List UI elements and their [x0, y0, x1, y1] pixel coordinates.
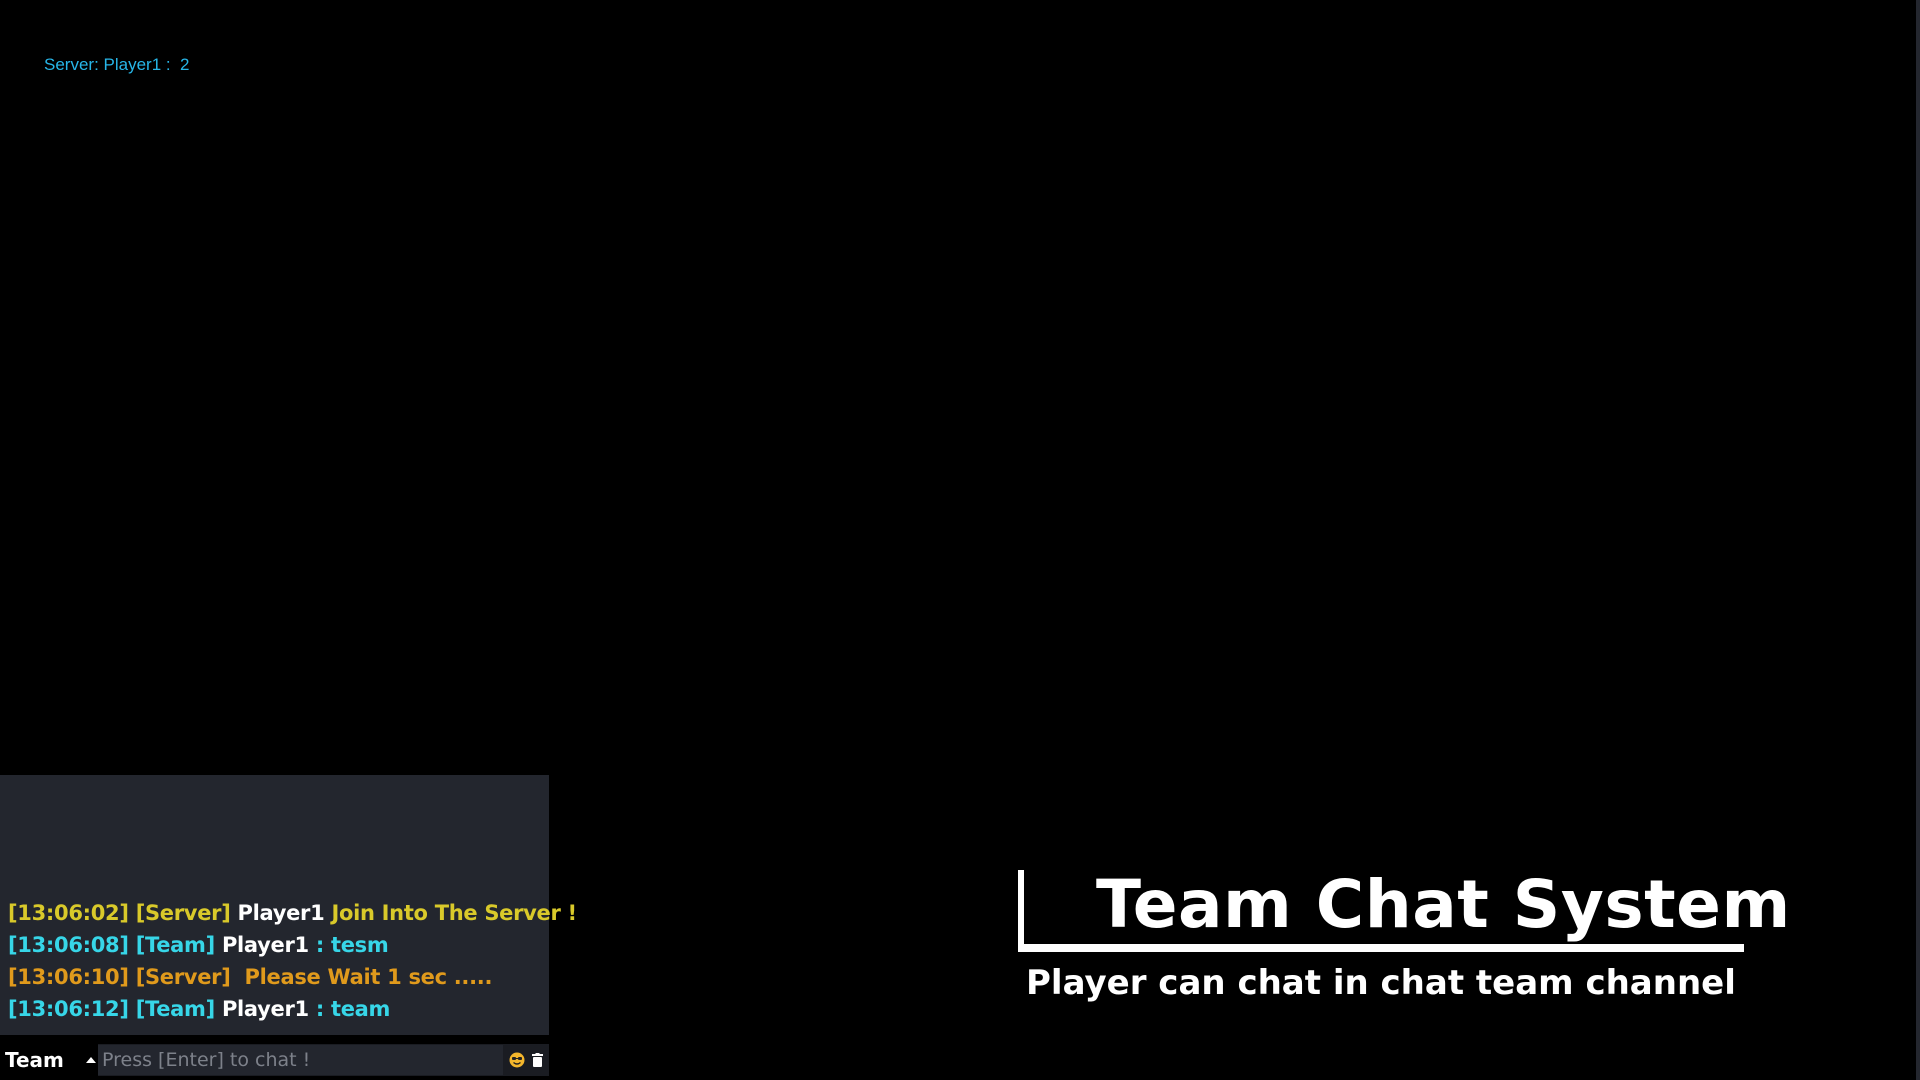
message-text: : team	[315, 997, 391, 1021]
emoji-icon	[509, 1052, 525, 1068]
trash-icon	[531, 1053, 543, 1067]
message-text: Please Wait 1 sec .....	[244, 965, 493, 989]
message-text: : tesm	[315, 933, 389, 957]
overlay-subtitle: Player can chat in chat team channel	[1026, 963, 1736, 1003]
message-time: [13:06:10]	[8, 965, 129, 989]
clear-chat-button[interactable]	[529, 1050, 545, 1070]
emoji-button[interactable]	[507, 1050, 527, 1070]
message-player: Player1	[221, 997, 309, 1021]
game-viewport: Server: Player1 : 2 [13:06:02] [Server] …	[0, 0, 1920, 1080]
message-channel: [Team]	[135, 997, 216, 1021]
channel-label: Team	[5, 1048, 64, 1072]
message-player: Player1	[237, 901, 325, 925]
chat-message: [13:06:08] [Team] Player1 : tesm	[0, 933, 549, 965]
message-channel: [Server]	[135, 965, 231, 989]
message-channel: [Team]	[135, 933, 216, 957]
chat-message-list: [13:06:02] [Server] Player1 Join Into Th…	[0, 901, 577, 1029]
right-edge-bar	[1916, 0, 1920, 1080]
chat-panel: [13:06:02] [Server] Player1 Join Into Th…	[0, 775, 577, 1035]
message-time: [13:06:08]	[8, 933, 129, 957]
title-frame: Team Chat System	[1018, 866, 1790, 952]
message-time: [13:06:12]	[8, 997, 129, 1021]
message-player: Player1	[221, 933, 309, 957]
chat-message: [13:06:12] [Team] Player1 : team	[0, 997, 549, 1029]
message-time: [13:06:02]	[8, 901, 129, 925]
message-channel: [Server]	[135, 901, 231, 925]
chat-message: [13:06:02] [Server] Player1 Join Into Th…	[0, 901, 577, 933]
caret-up-icon	[85, 1057, 96, 1063]
server-debug-text: Server: Player1 : 2	[44, 55, 190, 74]
chat-message: [13:06:10] [Server] Please Wait 1 sec ..…	[0, 965, 549, 997]
message-text: Join Into The Server !	[331, 901, 577, 925]
channel-selector-dropdown[interactable]: Team	[0, 1044, 98, 1076]
chat-input-bar: Team	[0, 1044, 549, 1076]
chat-input[interactable]	[98, 1045, 503, 1075]
overlay-title: Team Chat System	[1096, 866, 1791, 943]
